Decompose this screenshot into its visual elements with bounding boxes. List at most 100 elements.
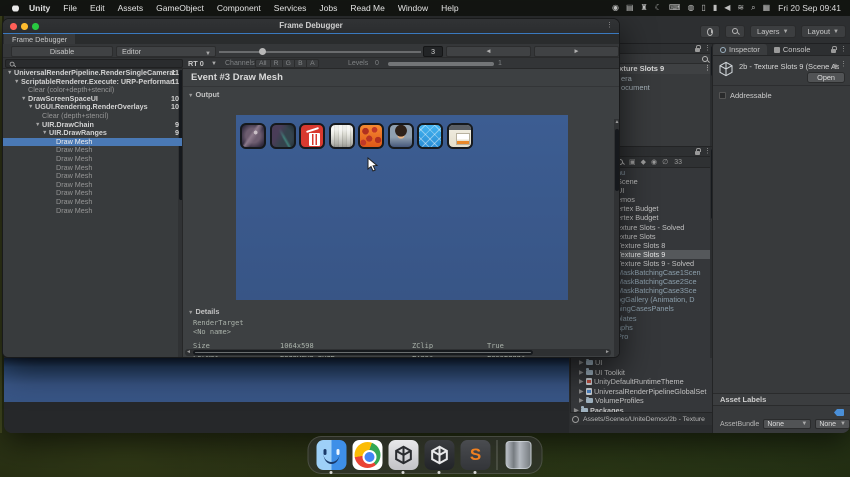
render-target-dropdown[interactable]: RT 0 bbox=[188, 59, 204, 68]
prefab-filter-icon[interactable]: ▣ bbox=[629, 158, 636, 166]
frame-debugger-titlebar[interactable]: Frame Debugger ⋮ bbox=[3, 19, 619, 33]
tree-item-draw-mesh[interactable]: Draw Mesh bbox=[3, 207, 182, 216]
menu-component[interactable]: Component bbox=[217, 3, 261, 13]
kebab-menu-icon[interactable]: ⋮ bbox=[840, 61, 847, 69]
channel-button-g[interactable]: G bbox=[282, 59, 295, 68]
tree-item-ugui-rendering-renderoverlays[interactable]: ▼ UGUI.Rendering.RenderOverlays 10 bbox=[3, 103, 182, 112]
folder-item-unitydefaultruntimetheme[interactable]: ▶ UnityDefaultRuntimeTheme bbox=[571, 377, 714, 387]
lock-icon[interactable] bbox=[695, 148, 701, 155]
kebab-menu-icon[interactable]: ⋮ bbox=[606, 22, 613, 30]
lock-icon[interactable] bbox=[831, 46, 837, 53]
folder-item-volumeprofiles[interactable]: ▶ VolumeProfiles bbox=[571, 396, 714, 406]
foldout-triangle-icon[interactable]: ▼ bbox=[21, 95, 28, 104]
status-keyboard-icon[interactable]: ⌨ bbox=[669, 0, 681, 16]
horizontal-scrollbar[interactable]: ◄ ► bbox=[185, 349, 611, 356]
menu-gameobject[interactable]: GameObject bbox=[156, 3, 204, 13]
project-list-item[interactable]: ertex Budget bbox=[613, 204, 714, 213]
apple-menu-icon[interactable] bbox=[12, 5, 19, 12]
asset-labels-header[interactable]: Asset Labels bbox=[713, 393, 850, 405]
minimize-window-button[interactable] bbox=[21, 23, 28, 30]
project-list-item[interactable]: nu bbox=[613, 168, 714, 177]
tree-item-draw-mesh[interactable]: Draw Mesh bbox=[3, 155, 182, 164]
foldout-triangle-icon[interactable]: ▶ bbox=[579, 369, 584, 376]
details-section-header[interactable]: ▼ Details bbox=[188, 307, 219, 316]
project-list-item[interactable]: MaskBatchingCase1Scen bbox=[613, 268, 714, 277]
info-filter-icon[interactable]: ◉ bbox=[651, 158, 657, 166]
history-button[interactable] bbox=[700, 25, 721, 38]
target-dropdown[interactable]: Editor ▼ bbox=[116, 45, 216, 57]
search-button[interactable] bbox=[725, 25, 746, 38]
status-shortcut-icon[interactable]: ◉ bbox=[612, 0, 619, 16]
blue-diamond-texture[interactable] bbox=[417, 123, 443, 149]
project-list-item[interactable]: Texture Slots 8 bbox=[613, 241, 714, 250]
lock-icon[interactable] bbox=[695, 45, 701, 52]
tree-item-draw-mesh[interactable]: Draw Mesh bbox=[3, 198, 182, 207]
output-preview-canvas[interactable] bbox=[236, 115, 568, 300]
status-volume-icon[interactable]: ◀ bbox=[724, 0, 730, 16]
foldout-triangle-icon[interactable]: ▼ bbox=[14, 78, 21, 87]
hierarchy-search[interactable] bbox=[613, 54, 714, 64]
folder-item-ui-toolkit[interactable]: ▶ UI Toolkit bbox=[571, 368, 714, 378]
foldout-triangle-icon[interactable]: ▶ bbox=[579, 397, 584, 404]
foldout-triangle-icon[interactable]: ▶ bbox=[579, 378, 584, 385]
status-wifi-icon[interactable]: ≋ bbox=[737, 0, 744, 16]
menu-jobs[interactable]: Jobs bbox=[319, 3, 337, 13]
status-control-center-icon[interactable]: ▦ bbox=[763, 0, 771, 16]
menu-edit[interactable]: Edit bbox=[90, 3, 105, 13]
status-globe-icon[interactable]: ◍ bbox=[687, 0, 694, 16]
tree-item-universalrenderpipeline-rendersinglecamera[interactable]: ▼ UniversalRenderPipeline.RenderSingleCam… bbox=[3, 69, 182, 78]
status-search-icon[interactable]: ⌕ bbox=[751, 0, 755, 16]
project-list-item[interactable]: MaskBatchingCase2Sce bbox=[613, 277, 714, 286]
frame-slider[interactable] bbox=[219, 48, 421, 55]
tab-inspector[interactable]: Inspector bbox=[713, 44, 767, 55]
foldout-triangle-icon[interactable]: ▶ bbox=[579, 388, 584, 395]
channel-button-b[interactable]: B bbox=[294, 59, 307, 68]
foldout-triangle-icon[interactable]: ▼ bbox=[7, 69, 14, 78]
help-icon[interactable]: ◉ bbox=[832, 62, 838, 70]
menu-help[interactable]: Help bbox=[441, 3, 458, 13]
hierarchy-item[interactable]: era bbox=[613, 74, 714, 83]
tree-item-uir-drawranges[interactable]: ▼ UIR.DrawRanges 9 bbox=[3, 129, 182, 138]
boy-character-texture[interactable] bbox=[387, 123, 414, 149]
dock-trash[interactable] bbox=[504, 440, 534, 470]
levels-slider[interactable] bbox=[388, 61, 494, 66]
project-list-item[interactable]: ogGallery (Animation, D bbox=[613, 295, 714, 304]
scrollbar-thumb[interactable] bbox=[193, 350, 533, 355]
zoom-window-button[interactable] bbox=[32, 23, 39, 30]
search-input[interactable] bbox=[5, 59, 183, 68]
foldout-triangle-icon[interactable]: ▼ bbox=[28, 103, 35, 112]
menu-assets[interactable]: Assets bbox=[118, 3, 144, 13]
tree-item-clear-color-depth-stencil[interactable]: Clear (color+depth+stencil) bbox=[3, 86, 182, 95]
status-battery-icon[interactable]: ▮ bbox=[713, 0, 717, 16]
menu-window[interactable]: Window bbox=[398, 3, 428, 13]
wolf-character-texture[interactable] bbox=[240, 123, 266, 149]
status-app-icon[interactable]: ♜ bbox=[641, 0, 648, 16]
project-list-item[interactable]: Texture Slots 9 - Solved bbox=[613, 259, 714, 268]
kebab-menu-icon[interactable]: ⋮ bbox=[840, 46, 847, 54]
open-button[interactable]: Open bbox=[807, 72, 845, 83]
label-tag-icon[interactable] bbox=[834, 409, 844, 416]
project-list-item[interactable]: Pro bbox=[613, 332, 714, 341]
scrollbar-thumb[interactable] bbox=[615, 129, 619, 191]
addressable-checkbox[interactable] bbox=[719, 92, 726, 99]
disable-button[interactable]: Disable bbox=[11, 45, 113, 57]
tree-item-draw-mesh[interactable]: Draw Mesh bbox=[3, 172, 182, 181]
tree-item-clear-depth-stencil[interactable]: Clear (depth+stencil) bbox=[3, 112, 182, 121]
scroll-right-icon[interactable]: ► bbox=[605, 349, 610, 356]
dock-chrome[interactable] bbox=[352, 440, 383, 470]
project-list-item[interactable]: MaskBatchingCase3Sce bbox=[613, 286, 714, 295]
channel-button-all[interactable]: All bbox=[255, 59, 271, 68]
project-list-item[interactable]: Scene bbox=[613, 177, 714, 186]
foldout-triangle-icon[interactable]: ▼ bbox=[35, 121, 42, 130]
menubar-clock[interactable]: Fri 20 Sep 09:41 bbox=[778, 3, 841, 13]
tree-item-draw-mesh[interactable]: Draw Mesh bbox=[3, 146, 182, 155]
close-window-button[interactable] bbox=[10, 23, 17, 30]
dock-unity-hub[interactable] bbox=[388, 440, 419, 474]
tree-item-draw-mesh[interactable]: Draw Mesh bbox=[3, 137, 182, 147]
tree-item-draw-mesh[interactable]: Draw Mesh bbox=[3, 164, 182, 173]
menu-unity[interactable]: Unity bbox=[29, 3, 50, 13]
tree-item-uir-drawchain[interactable]: ▼ UIR.DrawChain 9 bbox=[3, 121, 182, 130]
frame-number-field[interactable]: 3 bbox=[423, 45, 443, 57]
tab-console[interactable]: Console bbox=[767, 44, 818, 55]
foldout-triangle-icon[interactable]: ▶ bbox=[579, 359, 584, 366]
